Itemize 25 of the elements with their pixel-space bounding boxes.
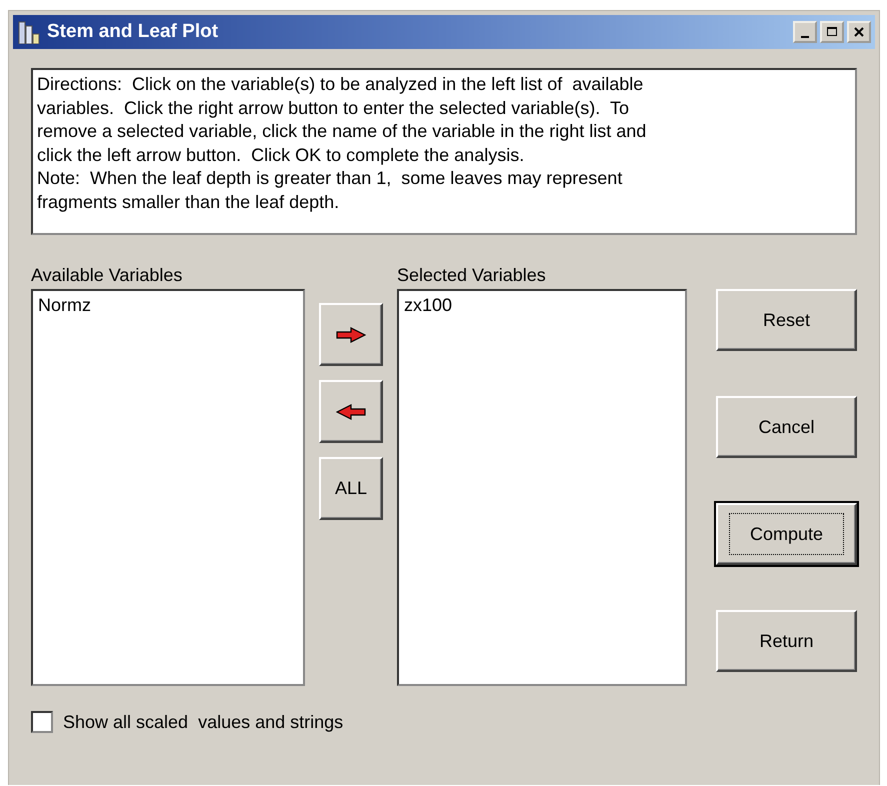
left-arrow-icon	[336, 404, 366, 420]
window-title: Stem and Leaf Plot	[47, 21, 220, 43]
directions-text: Directions: Click on the variable(s) to be analyzed in the left list of available variables. Click the right arrow button to enter the selected variable(s). To remove a selected variable, click the name of the variable in the right list and click the left arrow button. Click OK to complete the analysis. Note: When the leaf depth is greater than 1, some leaves may represent fragments smaller than the leaf depth.	[31, 68, 857, 235]
list-label: Selected Variables	[397, 265, 547, 287]
minimize-icon	[801, 36, 809, 38]
maximize-icon	[826, 26, 838, 38]
right-arrow-button[interactable]	[319, 303, 383, 366]
list-item[interactable]: Normz	[38, 295, 91, 316]
selected-list[interactable]: zx100	[397, 289, 687, 686]
right-arrow-icon	[336, 326, 366, 342]
close-icon	[853, 26, 865, 38]
checkbox[interactable]	[31, 711, 53, 733]
minimize-button[interactable]	[793, 21, 817, 43]
close-button[interactable]	[847, 21, 871, 43]
maximize-button[interactable]	[820, 21, 844, 43]
dialog-button[interactable]: Compute	[716, 503, 857, 565]
list-item[interactable]: zx100	[404, 295, 452, 316]
all-button[interactable]: ALL	[319, 457, 383, 520]
list-label: Available Variables	[31, 265, 184, 287]
dialog-button[interactable]: Cancel	[716, 396, 857, 458]
available-list[interactable]: Normz	[31, 289, 305, 686]
dialog-button[interactable]: Reset	[716, 289, 857, 351]
left-arrow-button[interactable]	[319, 380, 383, 443]
checkbox-label: Show all scaled values and strings	[63, 712, 344, 732]
dialog-button[interactable]: Return	[716, 610, 857, 672]
